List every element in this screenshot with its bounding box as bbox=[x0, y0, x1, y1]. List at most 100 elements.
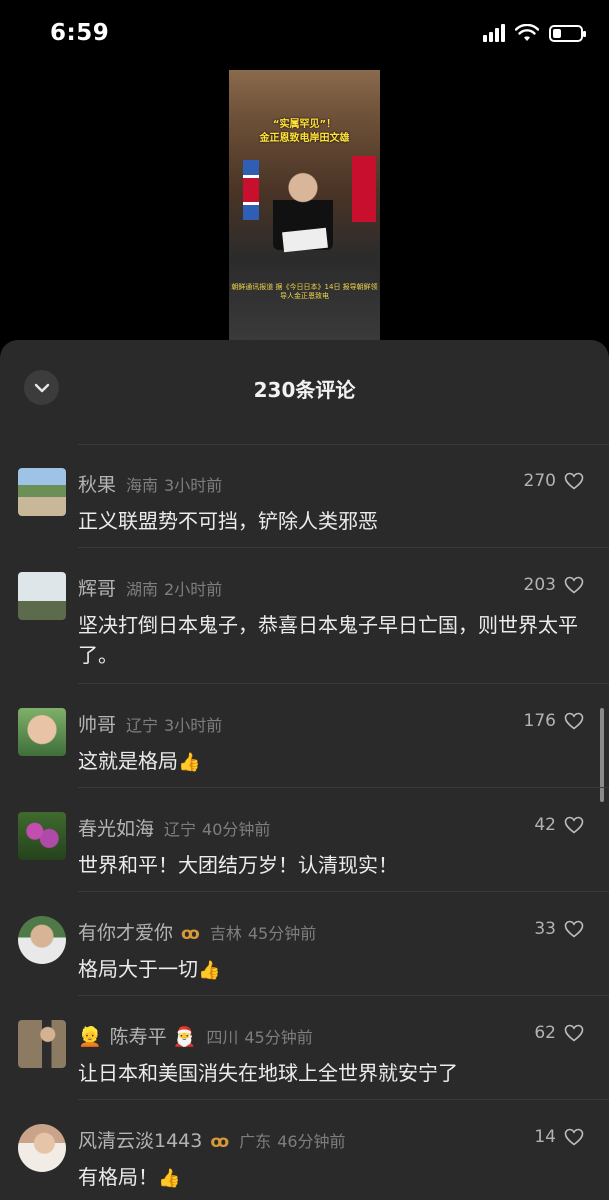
flag-image bbox=[352, 156, 376, 222]
comment-item: 帅哥 辽宁 3小时前 这就是格局👍 176 bbox=[0, 708, 609, 788]
like-button[interactable]: 42 bbox=[534, 815, 584, 835]
video-caption: 朝鲜通讯报道 据《今日日本》14日 报导朝鲜领导人金正恩致电 bbox=[231, 283, 378, 300]
avatar[interactable] bbox=[18, 916, 66, 964]
comment-text[interactable]: 正义联盟势不可挡，铲除人类邪恶 bbox=[78, 506, 578, 536]
comment-location: 辽宁 bbox=[126, 716, 159, 735]
status-time: 6:59 bbox=[50, 20, 110, 46]
thumbs-up-icon: 👍 bbox=[158, 1168, 181, 1189]
comment-username[interactable]: 有你才爱你 bbox=[78, 918, 173, 945]
comment-time: 3小时前 bbox=[164, 476, 223, 495]
like-button[interactable]: 270 bbox=[524, 471, 584, 491]
comment-time: 46分钟前 bbox=[277, 1132, 346, 1151]
like-count: 270 bbox=[523, 471, 556, 491]
comment-meta: 帅哥 辽宁 3小时前 bbox=[78, 710, 222, 737]
avatar[interactable] bbox=[18, 812, 66, 860]
comment-meta: 👱 陈寿平 🎅 四川 45分钟前 bbox=[78, 1022, 313, 1049]
divider bbox=[78, 891, 609, 892]
heart-outline-icon bbox=[564, 816, 584, 834]
comment-item: 春光如海 辽宁 40分钟前 世界和平！大团结万岁！认清现实！ 42 bbox=[0, 812, 609, 892]
comment-text-content: 这就是格局 bbox=[78, 749, 178, 773]
divider bbox=[78, 995, 609, 996]
comment-meta: 有你才爱你 ꝏ 吉林 45分钟前 bbox=[78, 918, 316, 945]
like-count: 42 bbox=[534, 815, 556, 835]
video-title-line2: 金正恩致电岸田文雄 bbox=[259, 133, 350, 144]
comment-item: 辉哥 湖南 2小时前 坚决打倒日本鬼子，恭喜日本鬼子早日亡国，则世界太平了。 2… bbox=[0, 572, 609, 684]
heart-outline-icon bbox=[564, 712, 584, 730]
comment-item: 风清云淡1443 ꝏ 广东 46分钟前 有格局！👍 14 bbox=[0, 1124, 609, 1200]
like-count: 203 bbox=[523, 575, 556, 595]
comment-text[interactable]: 格局大于一切👍 bbox=[78, 954, 578, 986]
heart-outline-icon bbox=[564, 920, 584, 938]
vip-badge-icon: ꝏ bbox=[181, 924, 200, 944]
vip-badge-icon: ꝏ bbox=[210, 1132, 230, 1152]
like-count: 14 bbox=[534, 1127, 556, 1147]
avatar[interactable] bbox=[18, 708, 66, 756]
divider bbox=[78, 683, 609, 684]
comment-item: 秋果 海南 3小时前 正义联盟势不可挡，铲除人类邪恶 270 bbox=[0, 468, 609, 548]
video-thumbnail[interactable]: “实属罕见”！ 金正恩致电岸田文雄 朝鲜通讯报道 据《今日日本》14日 报导朝鲜… bbox=[229, 70, 380, 340]
comment-location: 广东 bbox=[239, 1132, 272, 1151]
comment-username[interactable]: 辉哥 bbox=[78, 574, 116, 601]
like-button[interactable]: 14 bbox=[534, 1127, 584, 1147]
battery-icon bbox=[549, 24, 586, 42]
comments-sheet: 230条评论 秋果 海南 3小时前 正义联盟势不可挡，铲除人类邪恶 270 辉哥… bbox=[0, 340, 609, 1200]
comment-text-content: 格局大于一切 bbox=[78, 957, 198, 981]
flag-image bbox=[243, 160, 259, 220]
comment-text[interactable]: 世界和平！大团结万岁！认清现实！ bbox=[78, 850, 578, 880]
heart-outline-icon bbox=[564, 576, 584, 594]
comment-item: 👱 陈寿平 🎅 四川 45分钟前 让日本和美国消失在地球上全世界就安宁了 62 bbox=[0, 1020, 609, 1100]
comment-meta: 辉哥 湖南 2小时前 bbox=[78, 574, 222, 601]
person-emoji-icon: 👱 bbox=[78, 1026, 102, 1048]
comment-time: 40分钟前 bbox=[202, 820, 271, 839]
divider bbox=[78, 444, 609, 445]
avatar[interactable] bbox=[18, 1020, 66, 1068]
status-bar: 6:59 bbox=[0, 0, 609, 70]
comment-text-content: 有格局！ bbox=[78, 1165, 158, 1189]
video-title-line1: “实属罕见”！ bbox=[272, 119, 337, 130]
like-count: 176 bbox=[523, 711, 556, 731]
comment-location: 湖南 bbox=[126, 580, 159, 599]
comment-username[interactable]: 春光如海 bbox=[78, 814, 154, 841]
comment-text[interactable]: 让日本和美国消失在地球上全世界就安宁了 bbox=[78, 1058, 578, 1088]
comment-username[interactable]: 秋果 bbox=[78, 470, 116, 497]
heart-outline-icon bbox=[564, 1024, 584, 1042]
thumbs-up-icon: 👍 bbox=[178, 752, 201, 773]
comment-meta: 风清云淡1443 ꝏ 广东 46分钟前 bbox=[78, 1126, 346, 1153]
status-icons bbox=[483, 24, 586, 42]
signal-icon bbox=[483, 24, 505, 42]
wifi-icon bbox=[515, 24, 539, 41]
comment-username[interactable]: 陈寿平 bbox=[110, 1022, 167, 1049]
divider bbox=[78, 787, 609, 788]
video-title: “实属罕见”！ 金正恩致电岸田文雄 bbox=[229, 118, 380, 146]
comment-text[interactable]: 这就是格局👍 bbox=[78, 746, 578, 778]
divider bbox=[78, 1099, 609, 1100]
like-button[interactable]: 203 bbox=[524, 575, 584, 595]
comment-item: 有你才爱你 ꝏ 吉林 45分钟前 格局大于一切👍 33 bbox=[0, 916, 609, 996]
comment-time: 45分钟前 bbox=[244, 1028, 313, 1047]
avatar[interactable] bbox=[18, 468, 66, 516]
like-button[interactable]: 176 bbox=[524, 711, 584, 731]
like-count: 62 bbox=[534, 1023, 556, 1043]
comment-time: 2小时前 bbox=[164, 580, 223, 599]
like-count: 33 bbox=[534, 919, 556, 939]
comment-meta: 秋果 海南 3小时前 bbox=[78, 470, 222, 497]
heart-outline-icon bbox=[564, 472, 584, 490]
comment-username[interactable]: 帅哥 bbox=[78, 710, 116, 737]
comment-text[interactable]: 有格局！👍 bbox=[78, 1162, 578, 1194]
like-button[interactable]: 33 bbox=[534, 919, 584, 939]
comment-username[interactable]: 风清云淡1443 bbox=[78, 1126, 202, 1153]
battery-level bbox=[553, 28, 561, 38]
comment-location: 四川 bbox=[206, 1028, 239, 1047]
thumbs-up-icon: 👍 bbox=[198, 960, 221, 981]
comment-time: 45分钟前 bbox=[247, 924, 317, 943]
avatar[interactable] bbox=[18, 572, 66, 620]
comment-location: 海南 bbox=[126, 476, 159, 495]
like-button[interactable]: 62 bbox=[534, 1023, 584, 1043]
avatar[interactable] bbox=[18, 1124, 66, 1172]
comments-count-title: 230条评论 bbox=[253, 378, 356, 402]
comment-meta: 春光如海 辽宁 40分钟前 bbox=[78, 814, 270, 841]
heart-outline-icon bbox=[564, 1128, 584, 1146]
comment-location: 辽宁 bbox=[164, 820, 197, 839]
santa-emoji-icon: 🎅 bbox=[172, 1026, 197, 1048]
comment-text[interactable]: 坚决打倒日本鬼子，恭喜日本鬼子早日亡国，则世界太平了。 bbox=[78, 610, 578, 670]
